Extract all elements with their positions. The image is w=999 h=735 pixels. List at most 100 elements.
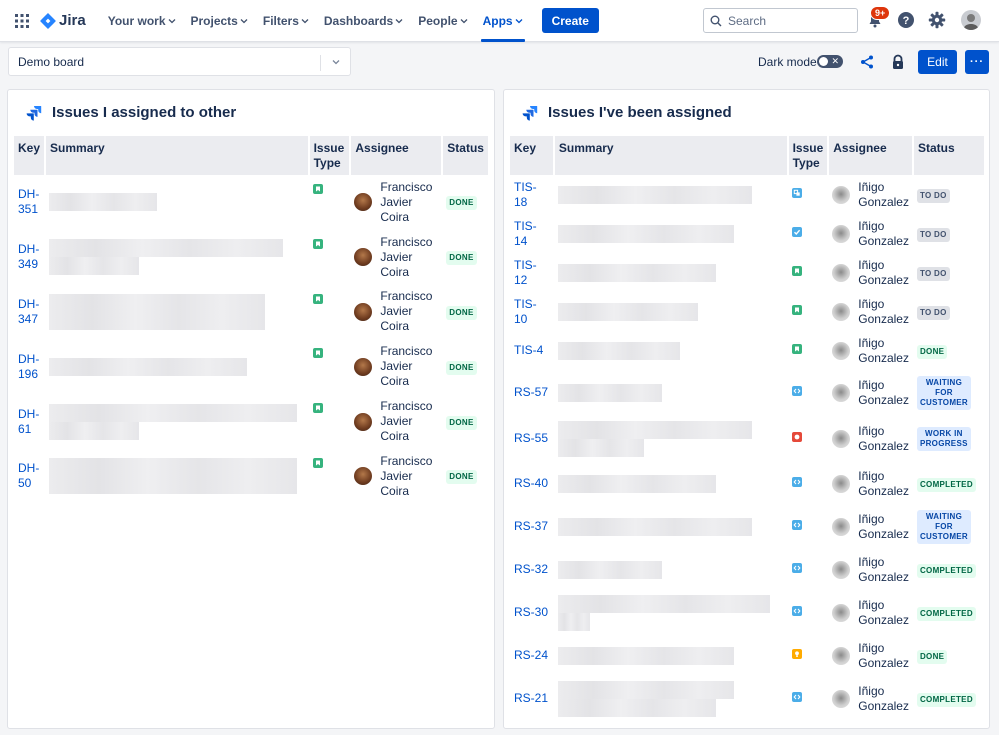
issue-key-link[interactable]: RS-21: [514, 691, 548, 705]
summary-redacted[interactable]: [557, 646, 784, 665]
summary-redacted[interactable]: [557, 420, 784, 457]
assignee[interactable]: Iñigo Gonzalez: [832, 598, 909, 628]
nav-people[interactable]: People: [412, 0, 473, 42]
table-row[interactable]: TIS-4 Iñigo Gonzalez DONE: [510, 331, 984, 370]
table-row[interactable]: RS-21 Iñigo Gonzalez COMPLETED: [510, 677, 984, 720]
dark-mode-toggle[interactable]: ✕: [817, 55, 843, 68]
table-row[interactable]: RS-30 Iñigo Gonzalez COMPLETED: [510, 591, 984, 634]
table-row[interactable]: TIS-14 Iñigo Gonzalez TO DO: [510, 214, 984, 253]
summary-redacted[interactable]: [557, 594, 784, 631]
table-row[interactable]: DH- 50 Francisco Javier Coira DONE: [14, 449, 488, 504]
assignee[interactable]: Iñigo Gonzalez: [832, 180, 909, 210]
nav-projects[interactable]: Projects: [185, 0, 254, 42]
issue-key-link[interactable]: 347: [18, 312, 41, 327]
app-switcher-icon[interactable]: [8, 7, 36, 35]
table-row[interactable]: RS-57 Iñigo Gonzalez WAITING FOR CUSTOMER: [510, 370, 984, 415]
table-row[interactable]: DH- 347 Francisco Javier Coira DONE: [14, 285, 488, 340]
table-row[interactable]: RS-40 Iñigo Gonzalez COMPLETED: [510, 462, 984, 505]
col-header-status[interactable]: Status: [912, 136, 984, 175]
col-header-summary[interactable]: Summary: [553, 136, 789, 175]
table-row[interactable]: RS-37 Iñigo Gonzalez WAITING FOR CUSTOMER: [510, 505, 984, 548]
summary-redacted[interactable]: [49, 403, 305, 440]
assignee[interactable]: Francisco Javier Coira: [354, 454, 438, 499]
summary-redacted[interactable]: [557, 517, 784, 536]
summary-redacted[interactable]: [557, 474, 784, 493]
summary-redacted[interactable]: [49, 458, 305, 495]
summary-redacted[interactable]: [557, 302, 784, 321]
col-header-key[interactable]: Key: [510, 136, 555, 175]
table-row[interactable]: DH- 61 Francisco Javier Coira DONE: [14, 394, 488, 449]
issue-key-link[interactable]: DH-: [18, 461, 41, 476]
nav-your-work[interactable]: Your work: [102, 0, 182, 42]
assignee[interactable]: Francisco Javier Coira: [354, 344, 438, 389]
table-row[interactable]: RS-32 Iñigo Gonzalez COMPLETED: [510, 548, 984, 591]
issue-key-link[interactable]: RS-24: [514, 648, 548, 662]
assignee[interactable]: Iñigo Gonzalez: [832, 469, 909, 499]
summary-redacted[interactable]: [557, 185, 784, 204]
col-header-summary[interactable]: Summary: [45, 136, 310, 175]
lock-icon[interactable]: [886, 50, 910, 74]
col-header-status[interactable]: Status: [442, 136, 488, 175]
assignee[interactable]: Francisco Javier Coira: [354, 235, 438, 280]
summary-redacted[interactable]: [557, 680, 784, 717]
more-options-button[interactable]: ···: [965, 50, 989, 74]
issue-key-link[interactable]: TIS-18: [514, 180, 537, 209]
assignee[interactable]: Iñigo Gonzalez: [832, 555, 909, 585]
col-header-key[interactable]: Key: [14, 136, 47, 175]
settings-icon[interactable]: [926, 9, 948, 31]
search-input[interactable]: [728, 13, 848, 28]
table-row[interactable]: TIS-12 Iñigo Gonzalez TO DO: [510, 253, 984, 292]
issue-key-link[interactable]: DH-: [18, 242, 41, 257]
summary-redacted[interactable]: [557, 383, 784, 402]
create-button[interactable]: Create: [541, 8, 599, 33]
issue-key-link[interactable]: 61: [18, 422, 41, 437]
issue-key-link[interactable]: 196: [18, 367, 41, 382]
nav-dashboards[interactable]: Dashboards: [318, 0, 409, 42]
issue-key-link[interactable]: DH-: [18, 407, 41, 422]
issue-key-link[interactable]: TIS-12: [514, 258, 537, 287]
summary-redacted[interactable]: [557, 224, 784, 243]
issue-key-link[interactable]: RS-40: [514, 476, 548, 490]
table-row[interactable]: DH- 196 Francisco Javier Coira DONE: [14, 339, 488, 394]
table-row[interactable]: DH- 351 Francisco Javier Coira DONE: [14, 175, 488, 230]
assignee[interactable]: Iñigo Gonzalez: [832, 378, 909, 408]
issue-key-link[interactable]: RS-30: [514, 605, 548, 619]
issue-key-link[interactable]: RS-37: [514, 519, 548, 533]
summary-redacted[interactable]: [557, 341, 784, 360]
table-row[interactable]: DH- 349 Francisco Javier Coira DONE: [14, 230, 488, 285]
assignee[interactable]: Iñigo Gonzalez: [832, 297, 909, 327]
issue-key-link[interactable]: DH-: [18, 297, 41, 312]
assignee[interactable]: Iñigo Gonzalez: [832, 258, 909, 288]
summary-redacted[interactable]: [49, 293, 305, 330]
issue-key-link[interactable]: 50: [18, 476, 41, 491]
assignee[interactable]: Iñigo Gonzalez: [832, 684, 909, 714]
issue-key-link[interactable]: TIS-14: [514, 219, 537, 248]
summary-redacted[interactable]: [557, 560, 784, 579]
issue-key-link[interactable]: DH-: [18, 352, 41, 367]
assignee[interactable]: Iñigo Gonzalez: [832, 512, 909, 542]
summary-redacted[interactable]: [557, 263, 784, 282]
edit-button[interactable]: Edit: [918, 50, 957, 74]
share-icon[interactable]: [855, 50, 879, 74]
issue-key-link[interactable]: 349: [18, 257, 41, 272]
assignee[interactable]: Francisco Javier Coira: [354, 289, 438, 334]
issue-key-link[interactable]: RS-57: [514, 385, 548, 399]
nav-apps[interactable]: Apps: [477, 0, 529, 42]
table-row[interactable]: TIS-10 Iñigo Gonzalez TO DO: [510, 292, 984, 331]
nav-filters[interactable]: Filters: [257, 0, 315, 42]
summary-redacted[interactable]: [49, 239, 305, 276]
search-box[interactable]: [703, 8, 858, 33]
help-icon[interactable]: ?: [895, 9, 917, 31]
jira-logo[interactable]: Jira: [40, 12, 86, 29]
issue-key-link[interactable]: 351: [18, 202, 41, 217]
issue-key-link[interactable]: RS-55: [514, 431, 548, 445]
profile-avatar[interactable]: [961, 10, 981, 30]
table-row[interactable]: RS-24 Iñigo Gonzalez DONE: [510, 634, 984, 677]
summary-redacted[interactable]: [49, 193, 305, 212]
table-row[interactable]: TIS-18 Iñigo Gonzalez TO DO: [510, 175, 984, 214]
assignee[interactable]: Iñigo Gonzalez: [832, 641, 909, 671]
col-header-issue-type[interactable]: Issue Type: [787, 136, 830, 175]
assignee[interactable]: Francisco Javier Coira: [354, 399, 438, 444]
issue-key-link[interactable]: DH-: [18, 187, 41, 202]
col-header-issue-type[interactable]: Issue Type: [308, 136, 352, 175]
